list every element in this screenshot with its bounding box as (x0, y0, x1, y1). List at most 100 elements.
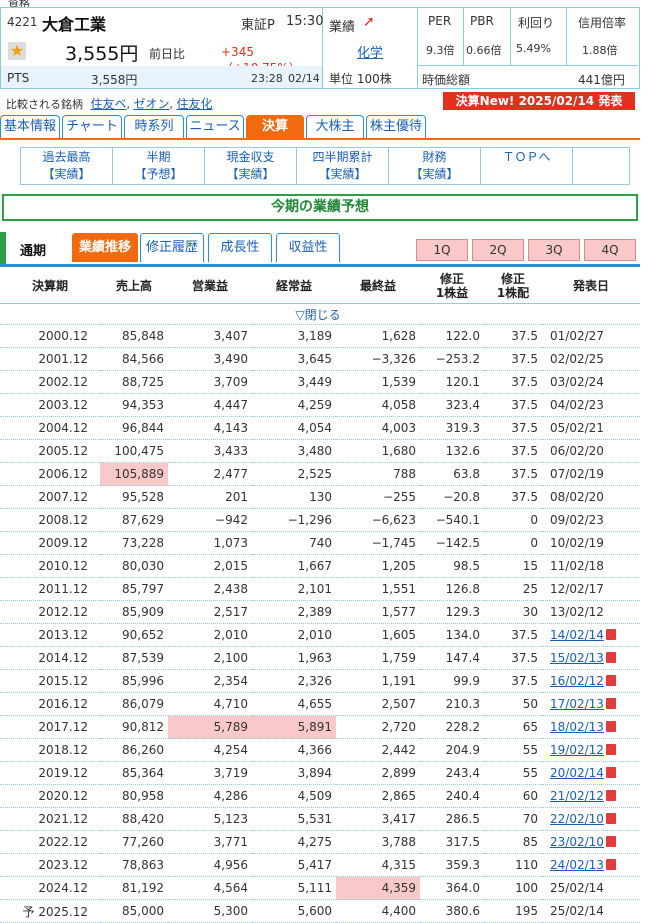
pts-label: PTS (7, 71, 30, 85)
metric-value-pbr: 0.66倍 (466, 44, 502, 57)
announce-date-link[interactable]: 21/02/12 (550, 789, 604, 803)
collapse-toggle[interactable]: ▽閉じる (0, 303, 640, 325)
value-cell: 2,438 (168, 577, 252, 601)
value-cell: 3,480 (252, 439, 336, 463)
value-cell: 1,680 (336, 439, 420, 463)
subnav-top[interactable]: ＴＯＰへ (481, 148, 573, 184)
value-cell: 4,509 (252, 784, 336, 808)
subnav-quarterly[interactable]: 四半期累計 【実績】 (297, 148, 389, 184)
subnav-half-year[interactable]: 半期 【予想】 (113, 148, 205, 184)
value-cell: 201 (168, 485, 252, 509)
pdf-icon[interactable] (605, 836, 616, 847)
results-table: 決算期 売上高 営業益 経常益 最終益 修正 1株益 修正 1株配 発表日 ▽閉じる 2000.… (0, 268, 640, 923)
quarter-4q-button[interactable]: 4Q (584, 239, 636, 261)
tab-results-history[interactable]: 業績推移 (72, 233, 138, 262)
pdf-icon[interactable] (605, 813, 616, 824)
favorite-star-icon[interactable]: ★ (8, 42, 26, 60)
pdf-icon[interactable] (605, 859, 616, 870)
table-row: 2009.12 73,228 1,073 740 −1,745 −142.5 0 10/02/… (0, 531, 640, 555)
forecast-banner: 今期の業績予想 (2, 194, 638, 221)
period-cell: 2004.12 (0, 416, 100, 440)
tab-revision-history[interactable]: 修正履歴 (140, 233, 204, 262)
value-cell: 86,079 (100, 692, 168, 716)
compare-link-2[interactable]: ゼオン (134, 97, 170, 111)
announce-date-cell: 21/02/12 (542, 784, 640, 808)
results-label: 業績 (329, 20, 356, 35)
value-cell: 1,073 (168, 531, 252, 555)
tab-news[interactable]: ニュース (186, 115, 244, 139)
quarter-3q-button[interactable]: 3Q (528, 239, 580, 261)
value-cell: 80,958 (100, 784, 168, 808)
value-cell: 105,889 (100, 462, 168, 486)
announce-date-link[interactable]: 23/02/10 (550, 835, 604, 849)
value-cell: 2,010 (252, 623, 336, 647)
announce-date-link[interactable]: 14/02/14 (550, 628, 604, 642)
earnings-news-banner[interactable]: 決算New! 2025/02/14 発表 (443, 92, 635, 110)
value-cell: 110 (484, 853, 542, 877)
value-cell: 2,100 (168, 646, 252, 670)
pdf-icon[interactable] (605, 652, 616, 663)
announce-date-cell: 01/02/27 (542, 324, 640, 348)
tab-chart[interactable]: チャート (62, 115, 122, 139)
value-cell: 55 (484, 738, 542, 762)
period-cell: 2001.12 (0, 347, 100, 371)
period-cell: 2013.12 (0, 623, 100, 647)
pdf-icon[interactable] (605, 698, 616, 709)
sector-link[interactable]: 化学 (357, 42, 383, 61)
value-cell: 134.0 (420, 623, 484, 647)
subnav-record-high[interactable]: 過去最高 【実績】 (21, 148, 113, 184)
value-cell: 5,531 (252, 807, 336, 831)
compare-link-3[interactable]: 住友化 (177, 97, 213, 111)
value-cell: 2,010 (168, 623, 252, 647)
tab-timeseries[interactable]: 時系列 (124, 115, 184, 139)
announce-date-link[interactable]: 15/02/13 (550, 651, 604, 665)
quarter-1q-button[interactable]: 1Q (416, 239, 468, 261)
value-cell: 96,844 (100, 416, 168, 440)
value-cell: −6,623 (336, 508, 420, 532)
announce-date-link[interactable]: 17/02/13 (550, 697, 604, 711)
announce-date-link[interactable]: 16/02/12 (550, 674, 604, 688)
subnav-cash-flow[interactable]: 現金収支 【実績】 (205, 148, 297, 184)
pdf-icon[interactable] (605, 790, 616, 801)
period-cell: 2023.12 (0, 853, 100, 877)
tab-basic-info[interactable]: 基本情報 (0, 115, 60, 139)
value-cell: 130 (252, 485, 336, 509)
announce-date-link[interactable]: 19/02/12 (550, 743, 604, 757)
pdf-icon[interactable] (605, 675, 616, 686)
announce-date-cell: 11/02/18 (542, 554, 640, 578)
announce-date-link[interactable]: 18/02/13 (550, 720, 604, 734)
value-cell: 5,600 (252, 899, 336, 923)
tab-major-shareholders[interactable]: 大株主 (306, 115, 364, 139)
pdf-icon[interactable] (605, 744, 616, 755)
subnav-financials[interactable]: 財務 【実績】 (389, 148, 481, 184)
tab-earnings[interactable]: 決算 (246, 115, 304, 139)
announce-date-link[interactable]: 20/02/14 (550, 766, 604, 780)
value-cell: 2,865 (336, 784, 420, 808)
tab-shareholder-perks[interactable]: 株主優待 (366, 115, 426, 139)
value-cell: 4,003 (336, 416, 420, 440)
table-row: 2023.12 78,863 4,956 5,417 4,315 359.3 110 24/0… (0, 853, 640, 877)
period-cell: 2009.12 (0, 531, 100, 555)
announce-date-link[interactable]: 22/02/10 (550, 812, 604, 826)
announce-date-link[interactable]: 24/02/13 (550, 858, 604, 872)
quarter-2q-button[interactable]: 2Q (472, 239, 524, 261)
value-cell: 2,442 (336, 738, 420, 762)
market-cap-value: 441億円 (578, 73, 625, 87)
value-cell: 1,205 (336, 554, 420, 578)
pdf-icon[interactable] (605, 629, 616, 640)
announce-date-cell: 02/02/25 (542, 347, 640, 371)
column-header: 経常益 (252, 268, 336, 304)
table-row: 2011.12 85,797 2,438 2,101 1,551 126.8 25 12/02… (0, 577, 640, 601)
pdf-icon[interactable] (605, 767, 616, 778)
tab-profitability[interactable]: 収益性 (276, 233, 340, 262)
value-cell: 3,709 (168, 370, 252, 394)
value-cell: 88,420 (100, 807, 168, 831)
compare-link-1[interactable]: 住友ベ (91, 97, 127, 111)
pdf-icon[interactable] (605, 721, 616, 732)
value-cell: 5,417 (252, 853, 336, 877)
table-row: 2024.12 81,192 4,564 5,111 4,359 364.0 100 25/0… (0, 876, 640, 900)
market-cap-label: 時価総額 (422, 73, 471, 87)
tab-growth[interactable]: 成長性 (208, 233, 272, 262)
period-cell: 2011.12 (0, 577, 100, 601)
value-cell: 364.0 (420, 876, 484, 900)
